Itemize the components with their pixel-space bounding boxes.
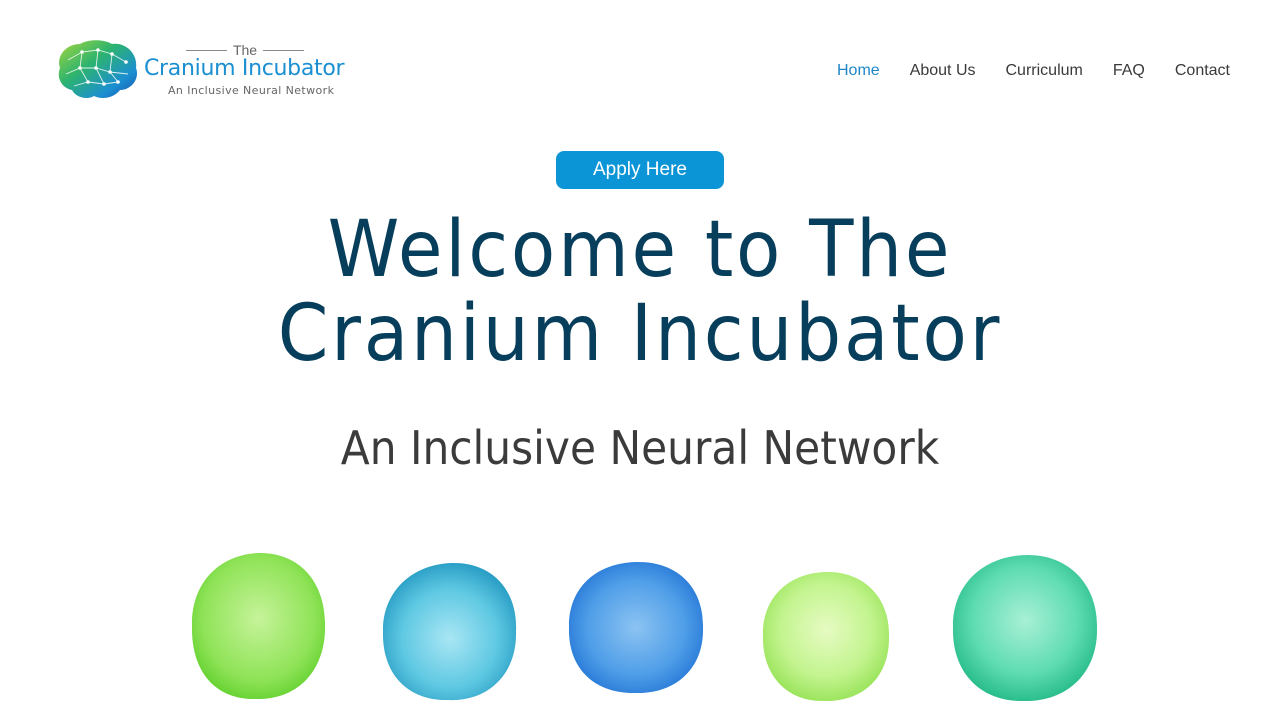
watercolor-circle-green <box>188 550 328 702</box>
hero-subtitle: An Inclusive Neural Network <box>340 421 940 475</box>
logo-rule-left <box>186 49 227 51</box>
brain-logo-icon <box>58 40 138 98</box>
watercolor-circle-lime <box>760 570 892 704</box>
main-nav: Home About Us Curriculum FAQ Contact <box>837 60 1230 82</box>
site-logo[interactable]: The Cranium Incubator An Inclusive Neura… <box>54 38 354 104</box>
logo-title: Cranium Incubator <box>144 56 345 81</box>
logo-tagline: An Inclusive Neural Network <box>168 84 335 97</box>
apply-here-button[interactable]: Apply Here <box>556 151 724 189</box>
nav-contact[interactable]: Contact <box>1175 62 1230 80</box>
logo-rule-right <box>263 49 304 51</box>
nav-faq[interactable]: FAQ <box>1113 62 1145 80</box>
nav-home[interactable]: Home <box>837 62 880 80</box>
hero-title: Welcome to The Cranium Incubator <box>277 205 1003 379</box>
watercolor-circles <box>0 540 1280 720</box>
page: The Cranium Incubator An Inclusive Neura… <box>0 0 1280 720</box>
watercolor-circle-blue <box>566 560 706 696</box>
watercolor-circle-teal <box>950 552 1100 704</box>
watercolor-circle-cyan <box>380 560 520 704</box>
nav-curriculum[interactable]: Curriculum <box>1006 62 1083 80</box>
site-header: The Cranium Incubator An Inclusive Neura… <box>0 0 1280 140</box>
nav-about-us[interactable]: About Us <box>910 62 976 80</box>
